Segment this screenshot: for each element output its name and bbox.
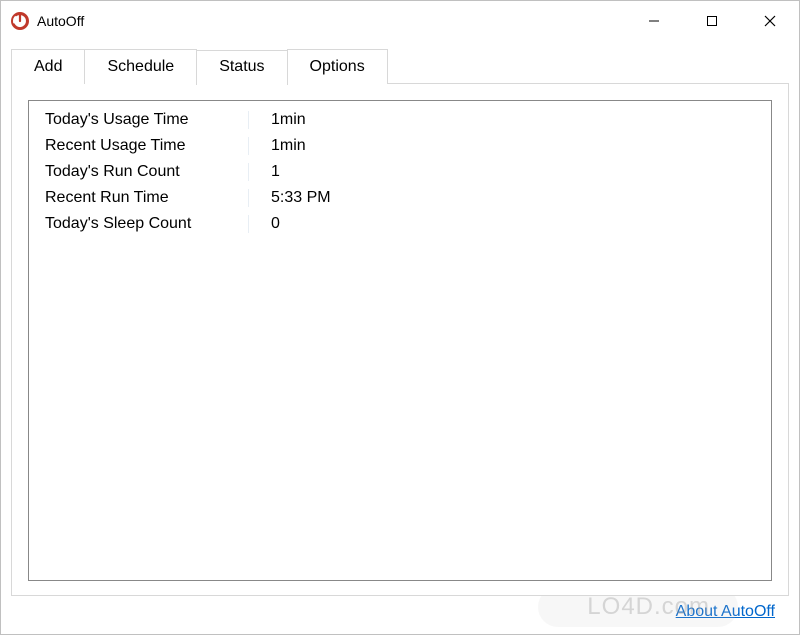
close-icon <box>764 15 776 27</box>
tab-panel-status: Today's Usage Time 1min Recent Usage Tim… <box>11 83 789 596</box>
status-row: Today's Usage Time 1min <box>29 107 771 133</box>
status-list: Today's Usage Time 1min Recent Usage Tim… <box>28 100 772 581</box>
app-title: AutoOff <box>37 13 84 29</box>
about-link[interactable]: About AutoOff <box>676 603 775 621</box>
maximize-icon <box>706 15 718 27</box>
power-icon <box>11 12 29 30</box>
app-window: AutoOff Add Schedule Status Options Toda… <box>0 0 800 635</box>
status-label: Recent Run Time <box>29 189 249 207</box>
titlebar-left: AutoOff <box>11 12 84 30</box>
maximize-button[interactable] <box>683 1 741 41</box>
tabs-row: Add Schedule Status Options <box>11 49 789 84</box>
status-value: 0 <box>249 215 280 233</box>
content-area: Add Schedule Status Options Today's Usag… <box>1 41 799 634</box>
status-value: 5:33 PM <box>249 189 331 207</box>
minimize-icon <box>648 15 660 27</box>
window-controls <box>625 1 799 41</box>
status-label: Today's Run Count <box>29 163 249 181</box>
footer: About AutoOff <box>11 596 789 628</box>
tab-schedule[interactable]: Schedule <box>84 49 197 84</box>
close-button[interactable] <box>741 1 799 41</box>
tab-add[interactable]: Add <box>11 49 85 84</box>
status-label: Today's Sleep Count <box>29 215 249 233</box>
status-value: 1 <box>249 163 280 181</box>
tab-options[interactable]: Options <box>287 49 388 84</box>
status-value: 1min <box>249 111 306 129</box>
status-label: Today's Usage Time <box>29 111 249 129</box>
status-row: Today's Run Count 1 <box>29 159 771 185</box>
status-label: Recent Usage Time <box>29 137 249 155</box>
status-row: Recent Run Time 5:33 PM <box>29 185 771 211</box>
status-row: Today's Sleep Count 0 <box>29 211 771 237</box>
status-value: 1min <box>249 137 306 155</box>
tab-status[interactable]: Status <box>196 50 287 85</box>
status-row: Recent Usage Time 1min <box>29 133 771 159</box>
minimize-button[interactable] <box>625 1 683 41</box>
titlebar: AutoOff <box>1 1 799 41</box>
